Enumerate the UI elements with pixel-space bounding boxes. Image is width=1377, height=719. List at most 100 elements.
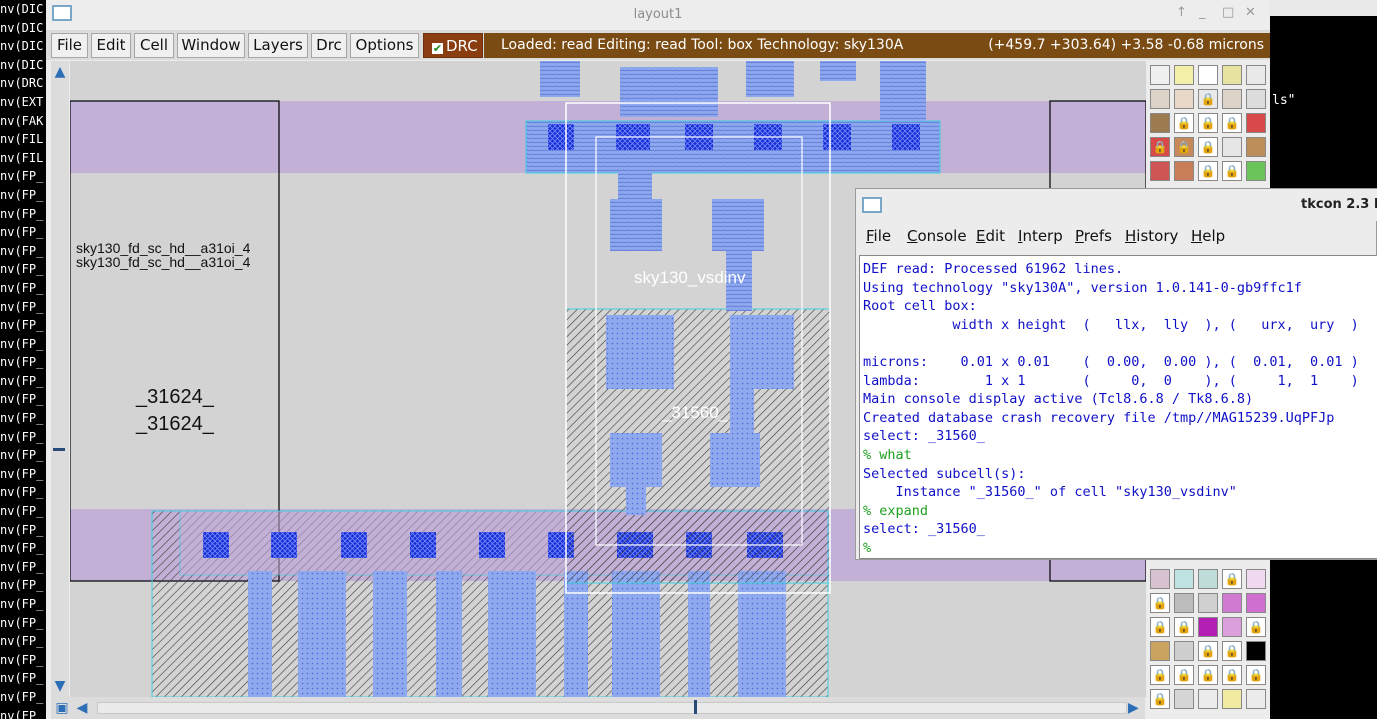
layer-lock-icon[interactable]: 🔒 xyxy=(1222,569,1242,589)
maximize-icon[interactable]: □ xyxy=(1222,5,1234,20)
layer-swatch[interactable] xyxy=(1246,113,1266,133)
instance-label-1: _31624_ xyxy=(135,386,215,408)
layer-swatch[interactable] xyxy=(1198,593,1218,613)
scroll-left-icon[interactable]: ◀ xyxy=(73,699,91,717)
console-line: % xyxy=(863,539,872,556)
menu-layers[interactable]: Layers xyxy=(248,33,308,58)
layer-swatch[interactable] xyxy=(1174,641,1194,661)
layer-lock-icon[interactable]: 🔒 xyxy=(1246,665,1266,685)
zoom-box-icon[interactable]: ▣ xyxy=(53,699,71,717)
layer-lock-icon[interactable]: 🔒 xyxy=(1198,161,1218,181)
layer-swatch[interactable] xyxy=(1150,569,1170,589)
layer-swatch[interactable] xyxy=(1198,65,1218,85)
layer-swatch[interactable] xyxy=(1246,65,1266,85)
layer-lock-icon[interactable]: 🔒 xyxy=(1198,113,1218,133)
menu-edit[interactable]: Edit xyxy=(91,33,131,58)
layer-swatch[interactable] xyxy=(1174,89,1194,109)
tkcon-menu-help[interactable]: Help xyxy=(1191,227,1225,245)
console-line: select: _31560_ xyxy=(863,521,985,538)
tkcon-menu-edit[interactable]: Edit xyxy=(976,227,1005,245)
layer-lock-icon[interactable]: 🔒 xyxy=(1150,137,1170,157)
layer-lock-icon[interactable]: 🔒 xyxy=(1174,137,1194,157)
terminal-line: nv(FP_ xyxy=(0,318,44,333)
layer-swatch[interactable] xyxy=(1222,137,1242,157)
layer-lock-icon[interactable]: 🔒 xyxy=(1150,665,1170,685)
layer-swatch[interactable] xyxy=(1174,569,1194,589)
horizontal-scroll-track[interactable] xyxy=(97,702,1127,714)
horizontal-scrollbar[interactable]: ▣ ◀ xyxy=(51,697,1145,719)
layer-lock-icon[interactable]: 🔒 xyxy=(1150,593,1170,613)
layer-swatch[interactable] xyxy=(1174,593,1194,613)
terminal-line: nv(FP_ xyxy=(0,448,44,463)
menu-file[interactable]: File xyxy=(51,33,88,58)
layer-swatch[interactable] xyxy=(1150,65,1170,85)
menu-cell[interactable]: Cell xyxy=(134,33,174,58)
menubar: File Edit Cell Window Layers Drc Options… xyxy=(46,31,1270,60)
layout-titlebar[interactable]: layout1 ↑ _ □ ✕ xyxy=(46,0,1270,31)
layer-swatch[interactable] xyxy=(1150,89,1170,109)
tkcon-menu-prefs[interactable]: Prefs xyxy=(1075,227,1112,245)
layer-lock-icon[interactable]: 🔒 xyxy=(1174,617,1194,637)
layer-swatch[interactable] xyxy=(1198,617,1218,637)
layer-swatch[interactable] xyxy=(1150,641,1170,661)
layer-swatch[interactable] xyxy=(1246,569,1266,589)
layer-lock-icon[interactable]: 🔒 xyxy=(1198,665,1218,685)
tkcon-menu-interp[interactable]: Interp xyxy=(1018,227,1063,245)
console-line: width x height ( llx, lly ), ( urx, ury … xyxy=(863,316,1359,333)
vertical-scrollbar[interactable]: ▲ ▼ xyxy=(51,61,69,697)
layer-lock-icon[interactable]: 🔒 xyxy=(1222,113,1242,133)
layer-lock-icon[interactable]: 🔒 xyxy=(1174,113,1194,133)
layer-swatch[interactable] xyxy=(1198,569,1218,589)
layer-lock-icon[interactable]: 🔒 xyxy=(1198,641,1218,661)
layer-swatch[interactable] xyxy=(1246,593,1266,613)
layer-swatch[interactable] xyxy=(1222,89,1242,109)
drc-toggle[interactable]: ✔ DRC xyxy=(423,33,483,58)
layer-swatch[interactable] xyxy=(1174,689,1194,709)
layer-lock-icon[interactable]: 🔒 xyxy=(1174,665,1194,685)
layer-swatch[interactable] xyxy=(1246,137,1266,157)
tkcon-menu-console[interactable]: Console xyxy=(907,227,967,245)
console-line: microns: 0.01 x 0.01 ( 0.00, 0.00 ), ( 0… xyxy=(863,353,1359,370)
scroll-up-icon[interactable]: ▲ xyxy=(51,63,69,81)
layer-lock-icon[interactable]: 🔒 xyxy=(1198,89,1218,109)
layer-swatch[interactable] xyxy=(1174,65,1194,85)
keep-above-icon[interactable]: ↑ xyxy=(1176,5,1187,20)
menu-options[interactable]: Options xyxy=(350,33,419,58)
layer-swatch[interactable] xyxy=(1246,161,1266,181)
console-line: % what xyxy=(863,446,912,463)
console-line: Created database crash recovery file /tm… xyxy=(863,409,1335,426)
menu-window[interactable]: Window xyxy=(177,33,245,58)
layer-lock-icon[interactable]: 🔒 xyxy=(1222,665,1242,685)
layer-lock-icon[interactable]: 🔒 xyxy=(1198,137,1218,157)
layer-swatch[interactable] xyxy=(1174,161,1194,181)
tkcon-console[interactable]: DEF read: Processed 61962 lines. Using te… xyxy=(859,255,1377,559)
layer-lock-icon[interactable]: 🔒 xyxy=(1246,617,1266,637)
layer-swatch[interactable] xyxy=(1222,593,1242,613)
layer-swatch[interactable] xyxy=(1222,617,1242,637)
layer-swatch[interactable] xyxy=(1246,641,1266,661)
horizontal-scroll-thumb[interactable] xyxy=(694,700,697,714)
console-line: lambda: 1 x 1 ( 0, 0 ), ( 1, 1 ) xyxy=(863,372,1359,389)
tkcon-menu-file[interactable]: File xyxy=(866,227,891,245)
tkcon-titlebar[interactable]: tkcon 2.3 M xyxy=(856,189,1377,221)
layer-swatch[interactable] xyxy=(1198,689,1218,709)
minimize-icon[interactable]: _ xyxy=(1199,5,1206,20)
layer-lock-icon[interactable]: 🔒 xyxy=(1222,641,1242,661)
scroll-right-icon[interactable]: ▶ xyxy=(1128,700,1139,716)
layer-swatch[interactable] xyxy=(1246,689,1266,709)
layer-swatch[interactable] xyxy=(1150,161,1170,181)
terminal-line: nv(FP_ xyxy=(0,485,44,500)
close-icon[interactable]: ✕ xyxy=(1245,5,1256,20)
terminal-line: nv(FP_ xyxy=(0,466,44,481)
layer-lock-icon[interactable]: 🔒 xyxy=(1222,161,1242,181)
layer-lock-icon[interactable]: 🔒 xyxy=(1150,689,1170,709)
layer-lock-icon[interactable]: 🔒 xyxy=(1150,617,1170,637)
layer-swatch[interactable] xyxy=(1222,65,1242,85)
layer-swatch[interactable] xyxy=(1150,113,1170,133)
scroll-down-icon[interactable]: ▼ xyxy=(51,677,69,695)
vertical-scroll-thumb[interactable] xyxy=(53,448,65,451)
layer-swatch[interactable] xyxy=(1246,89,1266,109)
layer-swatch[interactable] xyxy=(1222,689,1242,709)
tkcon-menu-history[interactable]: History xyxy=(1125,227,1178,245)
menu-drc[interactable]: Drc xyxy=(311,33,347,58)
